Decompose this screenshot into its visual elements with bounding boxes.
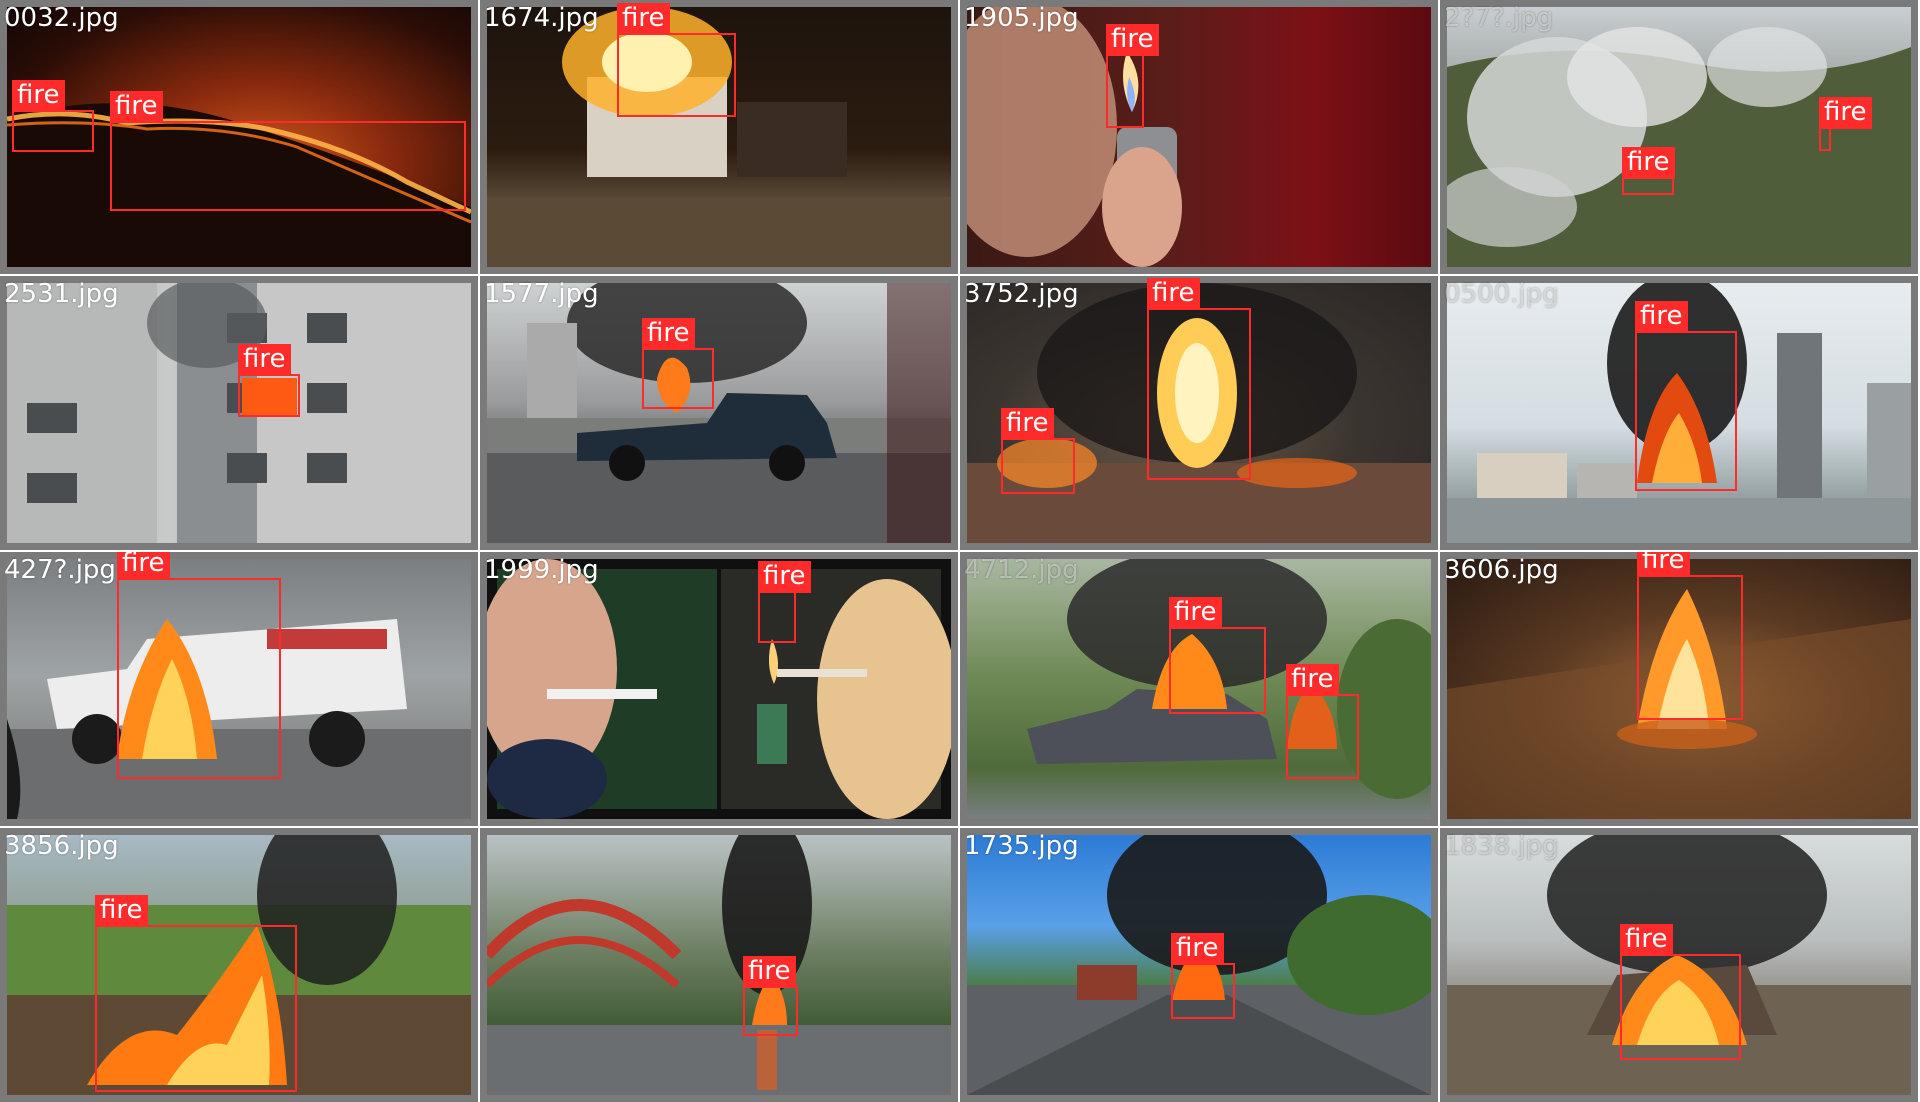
image-filename: 1735.jpg — [964, 831, 1079, 861]
detection-label: fire — [1171, 933, 1224, 965]
image-tile: 1999.jpg fire — [480, 552, 958, 826]
tile-photo — [967, 7, 1431, 267]
image-filename: 1905.jpg — [964, 3, 1079, 33]
image-filename: 3856.jpg — [4, 831, 119, 861]
detection-label: fire — [1169, 597, 1222, 629]
detection-box: fire — [1620, 924, 1741, 1060]
detection-label: fire — [12, 80, 65, 112]
detection-label: fire — [238, 344, 291, 376]
detection-label: fire — [1001, 408, 1054, 440]
image-filename: 0500.jpg — [1444, 279, 1559, 309]
image-filename: 2531.jpg — [4, 279, 119, 309]
image-tile: 1577.jpg fire — [480, 276, 958, 550]
detection-label: fire — [758, 561, 811, 593]
detection-label: fire — [117, 552, 170, 580]
detection-label: fire — [1622, 147, 1675, 179]
image-tile: 1838.jpg fire — [1440, 828, 1918, 1102]
image-tile: fire — [480, 828, 958, 1102]
image-filename: 3606.jpg — [1444, 555, 1559, 585]
image-filename: 1838.jpg — [1444, 831, 1559, 861]
detection-label: fire — [1286, 664, 1339, 696]
image-tile: 2?7?.jpg fire fire — [1440, 0, 1918, 274]
lighter-flame-image — [967, 7, 1182, 267]
detection-box: fire — [1635, 301, 1737, 491]
detection-box: fire — [1106, 24, 1159, 128]
image-tile: 1735.jpg fire — [960, 828, 1438, 1102]
detection-label: fire — [1637, 552, 1690, 577]
detection-box: fire — [1001, 408, 1075, 494]
image-filename: 4712.jpg — [964, 555, 1079, 585]
detection-box: fire — [617, 3, 736, 117]
detection-box: fire — [1286, 664, 1359, 779]
detection-label: fire — [743, 956, 796, 988]
detection-label: fire — [642, 318, 695, 350]
image-tile: 2531.jpg fire — [0, 276, 478, 550]
image-tile: 3606.jpg fire — [1440, 552, 1918, 826]
detection-box: fire — [238, 344, 300, 417]
image-tile: 3752.jpg fire fire — [960, 276, 1438, 550]
detection-box: fire — [758, 561, 811, 643]
image-filename: 1674.jpg — [484, 3, 599, 33]
detection-box: fire — [1637, 552, 1743, 720]
detection-label: fire — [1106, 24, 1159, 56]
detection-box: fire — [1169, 597, 1266, 714]
tile-photo — [487, 559, 951, 819]
image-filename: 0032.jpg — [4, 3, 119, 33]
image-tile: 3856.jpg fire — [0, 828, 478, 1102]
detection-grid: 0032.jpg fire fire 1674.jpg fire 1905.jp… — [0, 0, 1920, 1102]
image-tile: 0032.jpg fire fire — [0, 0, 478, 274]
detection-box: fire — [117, 552, 281, 779]
detection-box: fire — [95, 895, 297, 1092]
detection-box: fire — [642, 318, 714, 409]
detection-box: fire — [743, 956, 798, 1036]
image-filename: 1577.jpg — [484, 279, 599, 309]
detection-label: fire — [1147, 278, 1200, 310]
image-tile: 0500.jpg fire — [1440, 276, 1918, 550]
image-filename: 427?.jpg — [4, 555, 116, 585]
detection-box: fire — [1171, 933, 1235, 1019]
bridge-car-fire-image — [487, 835, 951, 1095]
detection-label: fire — [110, 91, 163, 123]
image-filename: 2?7?.jpg — [1444, 3, 1554, 33]
smoking-lighter-image — [487, 559, 951, 819]
detection-box: fire — [110, 91, 466, 211]
image-tile: 4712.jpg fire fire — [960, 552, 1438, 826]
detection-label: fire — [1819, 97, 1872, 129]
detection-label: fire — [617, 3, 670, 35]
tile-photo — [1447, 7, 1911, 267]
tile-photo — [487, 283, 951, 543]
detection-box: fire — [12, 80, 94, 152]
tile-photo — [487, 835, 951, 1095]
detection-label: fire — [95, 895, 148, 927]
detection-label: fire — [1620, 924, 1673, 956]
detection-box: fire — [1819, 97, 1872, 151]
image-filename: 3752.jpg — [964, 279, 1079, 309]
pickup-truck-fire-image — [487, 283, 951, 543]
detection-box: fire — [1147, 278, 1251, 480]
image-filename: 1999.jpg — [484, 555, 599, 585]
image-tile: 427?.jpg fire — [0, 552, 478, 826]
detection-box: fire — [1622, 147, 1675, 195]
image-tile: 1674.jpg fire — [480, 0, 958, 274]
hill-smoke-image — [1447, 27, 1911, 267]
detection-label: fire — [1635, 301, 1688, 333]
image-tile: 1905.jpg fire — [960, 0, 1438, 274]
